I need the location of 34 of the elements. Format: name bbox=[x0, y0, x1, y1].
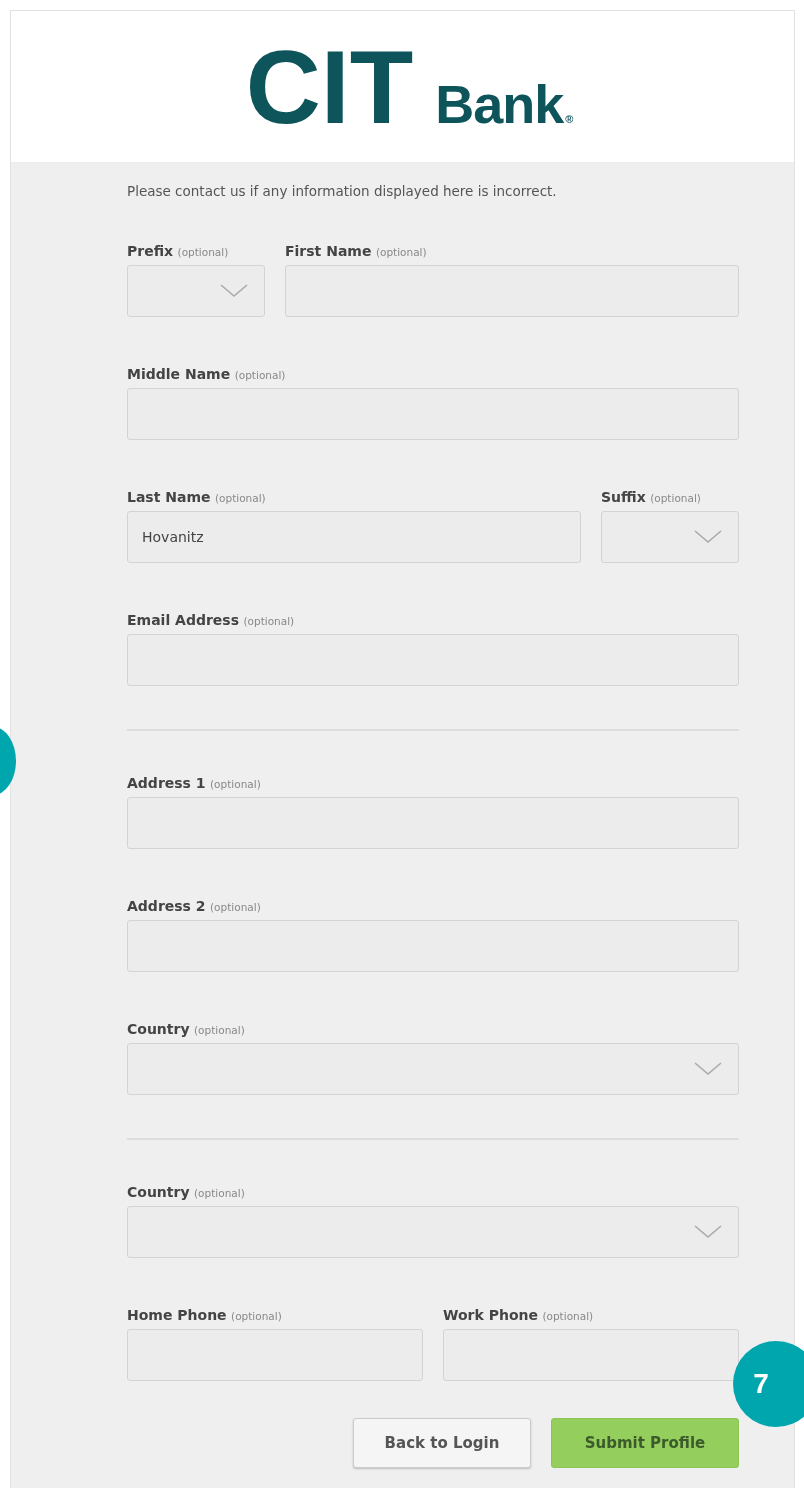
chevron-down-icon bbox=[694, 1062, 722, 1076]
input-field[interactable] bbox=[127, 920, 739, 972]
input-field[interactable] bbox=[127, 1329, 423, 1381]
field-label: Country (optional) bbox=[127, 1021, 246, 1039]
chevron-down-icon bbox=[694, 530, 722, 544]
dropdown-field[interactable] bbox=[127, 265, 265, 317]
field-label: First Name (optional) bbox=[285, 243, 428, 261]
field-label: Country (optional) bbox=[127, 1184, 246, 1202]
dropdown-field[interactable] bbox=[601, 511, 739, 563]
logo-wordmark: Bank bbox=[435, 72, 564, 135]
field-label: Last Name (optional) bbox=[127, 489, 267, 507]
registered-mark: ® bbox=[565, 112, 574, 125]
back-button[interactable]: Back to Login bbox=[353, 1418, 531, 1468]
field-label: Address 1 (optional) bbox=[127, 775, 262, 793]
field-label: Middle Name (optional) bbox=[127, 366, 287, 384]
field-label: Prefix (optional) bbox=[127, 243, 230, 261]
input-field[interactable] bbox=[443, 1329, 739, 1381]
notice-text: Please contact us if any information displayed here is incorrect. bbox=[127, 183, 558, 199]
submit-button[interactable]: Submit Profile bbox=[551, 1418, 739, 1468]
field-label: Address 2 (optional) bbox=[127, 898, 262, 916]
input-field[interactable] bbox=[285, 265, 739, 317]
dropdown-field[interactable] bbox=[127, 1206, 739, 1258]
field-label: Home Phone (optional) bbox=[127, 1307, 283, 1325]
input-field[interactable] bbox=[127, 634, 739, 686]
chevron-down-icon bbox=[220, 284, 248, 298]
input-field[interactable] bbox=[127, 797, 739, 849]
field-label: Suffix (optional) bbox=[601, 489, 702, 507]
field-label: Email Address (optional) bbox=[127, 612, 296, 630]
dropdown-field[interactable] bbox=[127, 1043, 739, 1095]
chevron-down-icon bbox=[694, 1225, 722, 1239]
input-field[interactable] bbox=[127, 388, 739, 440]
field-label: Work Phone (optional) bbox=[443, 1307, 595, 1325]
input-field[interactable]: Hovanitz bbox=[127, 511, 581, 563]
logo-mark: CIT bbox=[245, 34, 414, 139]
